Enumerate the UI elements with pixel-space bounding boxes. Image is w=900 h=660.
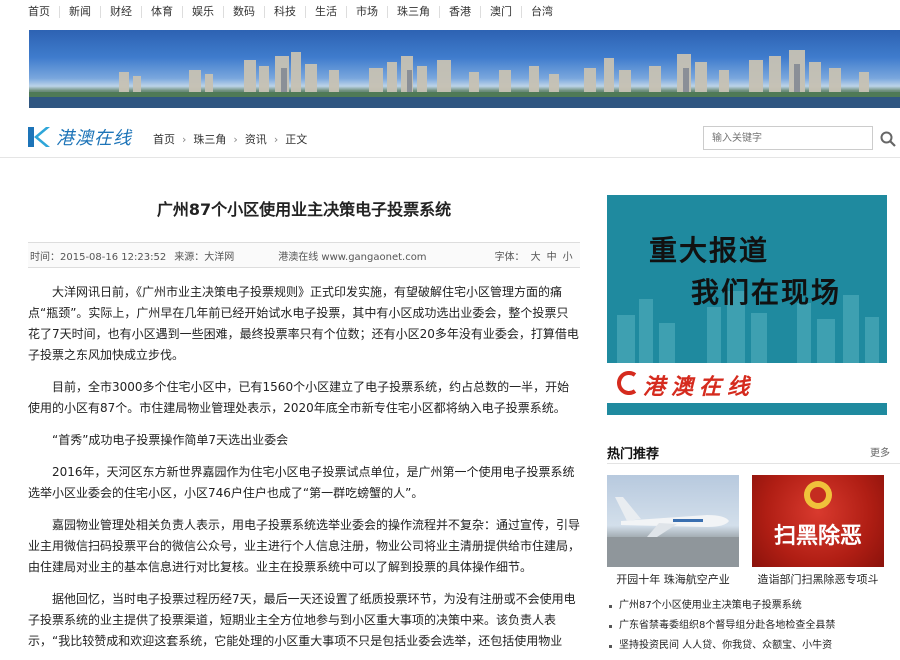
topnav-item-hongkong[interactable]: 香港 [439, 6, 480, 18]
topnav-item-entertainment[interactable]: 娱乐 [182, 6, 223, 18]
article-meta: 时间：2015-08-16 12:23:52 来源：大洋网 港澳在线 www.g… [28, 242, 580, 268]
article-paragraph: 目前，全市3000多个住宅小区中，已有1560个小区建立了电子投票系统，约占总数… [28, 380, 570, 415]
promo-line2: 我们在现场 [691, 276, 842, 309]
article-paragraph: 据他回忆，当时电子投票过程历经7天，最后一天还设置了纸质投票环节，为没有注册或不… [28, 592, 576, 648]
font-size-large[interactable]: 大 [531, 248, 541, 263]
topnav-item-market[interactable]: 市场 [346, 6, 387, 18]
police-emblem-icon: 扫黑除恶 [774, 481, 862, 549]
topnav-item-news[interactable]: 新闻 [59, 6, 100, 18]
thumb-airshow[interactable] [607, 475, 739, 567]
breadcrumb-separator-icon: › [182, 132, 187, 146]
site-logo[interactable]: 港澳在线 [28, 124, 132, 150]
breadcrumb-news[interactable]: 资讯 [245, 131, 267, 147]
topnav-item-macau[interactable]: 澳门 [480, 6, 521, 18]
article-site: 港澳在线 www.gangaonet.com [278, 251, 427, 263]
logo-mark-icon [28, 125, 50, 149]
top-nav: 首页 新闻 财经 体育 娱乐 数码 科技 生活 市场 珠三角 香港 澳门 台湾 [0, 0, 900, 24]
list-item[interactable]: 广州87个小区使用业主决策电子投票系统 [607, 596, 900, 616]
thumb-caption[interactable]: 开园十年 珠海航空产业 [607, 571, 739, 587]
more-link[interactable]: 更多 [870, 444, 890, 459]
topnav-item-taiwan[interactable]: 台湾 [521, 6, 562, 18]
article-title: 广州87个小区使用业主决策电子投票系统 [156, 200, 452, 219]
article-paragraph: 大洋网讯日前，《广州市业主决策电子投票规则》正式印发实施，有望破解住宅小区管理方… [28, 285, 579, 362]
breadcrumb-current: 正文 [285, 133, 308, 146]
promo-logo-strip: 港澳在线 [607, 363, 887, 403]
topnav-item-life[interactable]: 生活 [305, 6, 346, 18]
hot-heading: 热门推荐 [607, 447, 660, 462]
airplane-icon [607, 497, 739, 567]
article-subheading: “首秀”成功电子投票操作简单7天选出业委会 [52, 433, 289, 447]
topnav-item-home[interactable]: 首页 [28, 6, 59, 18]
list-item[interactable]: 坚持投资民间 人人贷、你我贷、众额宝、小牛资 [607, 636, 900, 656]
article-paragraph: 2016年，天河区东方新世界嘉园作为住宅小区电子投票试点单位，是广州第一个使用电… [28, 465, 575, 500]
topnav-item-sports[interactable]: 体育 [141, 6, 182, 18]
hot-list: 广州87个小区使用业主决策电子投票系统 广东省禁毒委组织8个督导组分赴各地检查全… [607, 596, 900, 656]
thumb-caption[interactable]: 造诣部门扫黑除恶专项斗 [752, 571, 884, 587]
search-input[interactable] [703, 126, 873, 150]
promo-logo-text: 港澳在线 [643, 374, 756, 400]
font-size-label: 字体： [494, 251, 525, 263]
logo-text: 港澳在线 [56, 128, 132, 149]
hot-header: 热门推荐 更多 [607, 440, 900, 464]
article-body: 大洋网讯日前，《广州市业主决策电子投票规则》正式印发实施，有望破解住宅小区管理方… [28, 282, 580, 660]
article-paragraph: 嘉园物业管理处相关负责人表示，用电子投票系统选举业委会的操作流程并不复杂：通过宣… [28, 518, 581, 574]
list-item[interactable]: 广东省禁毒委组织8个督导组分赴各地检查全县禁 [607, 616, 900, 636]
promo-banner[interactable]: 重大报道 我们在现场 港澳在线 [607, 195, 887, 415]
breadcrumb-prd[interactable]: 珠三角 [193, 131, 226, 147]
search-icon[interactable] [879, 130, 897, 148]
topnav-item-digital[interactable]: 数码 [223, 6, 264, 18]
article-source: 来源：大洋网 [174, 251, 235, 263]
promo-logo-icon [617, 371, 637, 395]
skyline-banner [29, 30, 900, 108]
hot-recommend: 热门推荐 更多 扫黑除恶 开园十年 珠海航空产业 造诣部门扫黑除恶专项斗 广州8… [607, 440, 900, 651]
font-size-small[interactable]: 小 [563, 248, 573, 263]
breadcrumb-separator-icon: › [233, 132, 238, 146]
topnav-item-finance[interactable]: 财经 [100, 6, 141, 18]
skyline-illustration [29, 50, 900, 108]
search-box [703, 126, 900, 150]
article-time: 时间：2015-08-16 12:23:52 [30, 251, 167, 263]
breadcrumb: 首页 › 珠三角 › 资讯 › 正文 [153, 131, 307, 147]
topnav-item-tech[interactable]: 科技 [264, 6, 305, 18]
antigang-badge-text: 扫黑除恶 [774, 523, 862, 549]
topnav-item-prd[interactable]: 珠三角 [387, 6, 439, 18]
thumb-antigang[interactable]: 扫黑除恶 [752, 475, 884, 567]
hot-thumbs: 扫黑除恶 开园十年 珠海航空产业 造诣部门扫黑除恶专项斗 [607, 475, 900, 587]
breadcrumb-home[interactable]: 首页 [153, 131, 175, 147]
promo-line1: 重大报道 [649, 234, 770, 267]
font-size-medium[interactable]: 中 [547, 248, 557, 263]
breadcrumb-separator-icon: › [273, 132, 279, 146]
